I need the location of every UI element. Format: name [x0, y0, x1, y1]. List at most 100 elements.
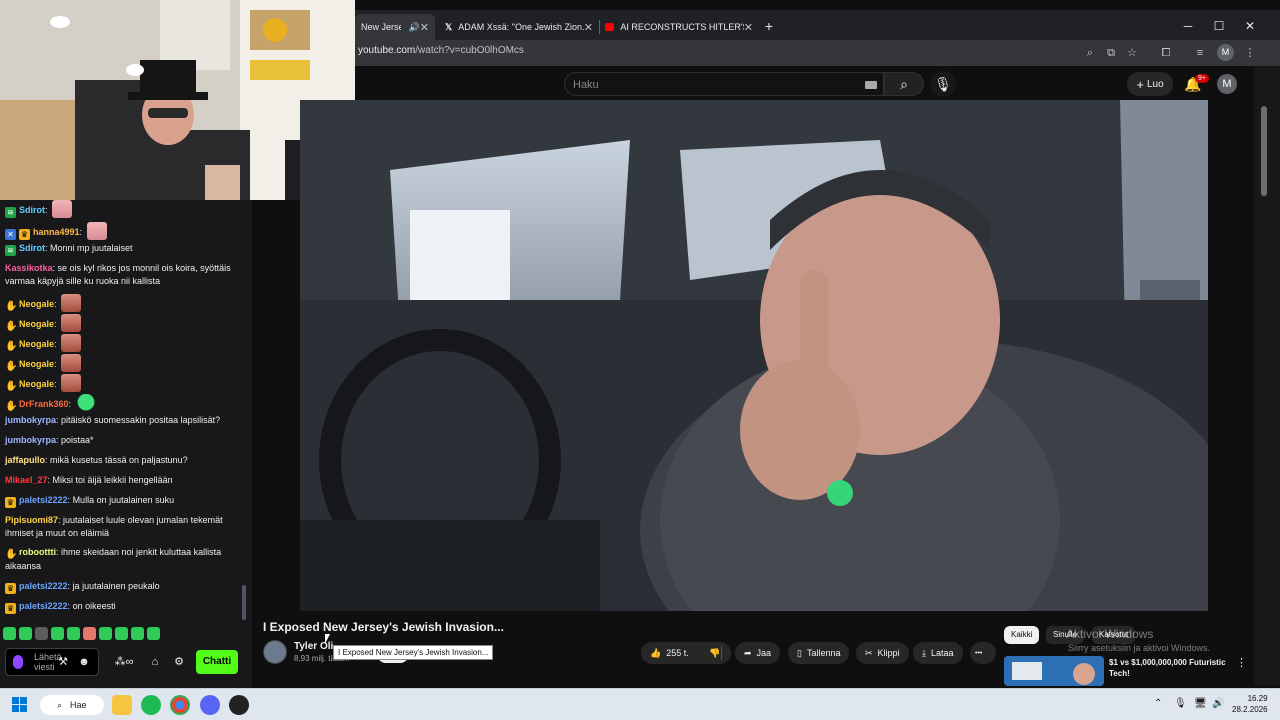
- close-tab-icon[interactable]: ✕: [420, 21, 429, 34]
- infinity-icon[interactable]: ⁂∞: [110, 654, 138, 670]
- recommended-menu-icon[interactable]: ⋮: [1236, 656, 1247, 669]
- emote-icon[interactable]: [67, 627, 80, 640]
- chat-username[interactable]: jumbokyrpa: [5, 435, 56, 445]
- chat-username[interactable]: Kassikotka: [5, 263, 53, 273]
- chat-username[interactable]: paletsi2222: [19, 581, 68, 591]
- hand-badge-icon[interactable]: ✋: [5, 301, 17, 312]
- sub-badge-icon[interactable]: ≋: [5, 245, 16, 256]
- crown-badge-icon[interactable]: ♛: [5, 603, 16, 614]
- taskbar-clock[interactable]: 16.29 28.2.2026: [1232, 693, 1268, 715]
- more-actions-button[interactable]: •••: [970, 642, 996, 664]
- address-bar[interactable]: youtube.com/watch?v=cubO0lhOMcs ⌕ ⧉ ☆ ⧠ …: [355, 40, 1280, 66]
- chat-username[interactable]: roboottti: [19, 547, 56, 557]
- chat-username[interactable]: Neogale: [19, 299, 54, 309]
- tab-youtube-hitler[interactable]: AI RECONSTRUCTS HITLER'S S… ✕: [599, 14, 759, 40]
- volume-icon[interactable]: 🔊: [1212, 698, 1224, 709]
- emote-icon[interactable]: [35, 627, 48, 640]
- minimize-button[interactable]: ─: [1173, 16, 1203, 36]
- windows-start-icon[interactable]: [12, 697, 28, 713]
- media-controls-icon[interactable]: ≡: [1191, 44, 1209, 62]
- channel-avatar[interactable]: [263, 640, 287, 664]
- chat-username[interactable]: hanna4991: [33, 227, 80, 237]
- hand-badge-icon[interactable]: ✋: [5, 321, 17, 332]
- chat-username[interactable]: Sdirot: [19, 205, 45, 215]
- emote-icon[interactable]: [19, 627, 32, 640]
- emote-icon[interactable]: [3, 627, 16, 640]
- chat-username[interactable]: jaffapullo: [5, 455, 45, 465]
- taskbar-search[interactable]: ⌕ Hae: [40, 695, 104, 715]
- chat-mic-icon[interactable]: [13, 655, 23, 669]
- video-player[interactable]: [300, 100, 1208, 611]
- chat-send-button[interactable]: Chatti: [196, 650, 238, 674]
- tab-youtube-active[interactable]: New Jersey 🔊 ✕: [355, 14, 435, 40]
- emote-icon[interactable]: [115, 627, 128, 640]
- emote-icon[interactable]: [61, 314, 82, 332]
- emote-icon[interactable]: [147, 627, 160, 640]
- emote-icon[interactable]: [61, 294, 82, 312]
- emoji-icon[interactable]: ☻: [76, 654, 92, 670]
- bookmark-star-icon[interactable]: ☆: [1123, 44, 1141, 62]
- chat-username[interactable]: paletsi2222: [19, 495, 68, 505]
- blue-badge-icon[interactable]: ✕: [5, 229, 16, 240]
- sub-badge-icon[interactable]: ≋: [5, 207, 16, 218]
- voice-search-button[interactable]: 🎙: [930, 71, 956, 97]
- maximize-button[interactable]: ☐: [1204, 16, 1234, 36]
- chat-username[interactable]: paletsi2222: [19, 601, 68, 611]
- tab-twitter[interactable]: 𝕏 ADAM Xssä: "One Jewish Zion… ✕: [439, 14, 599, 40]
- emote-icon[interactable]: [83, 627, 96, 640]
- chat-username[interactable]: DrFrank360: [19, 399, 69, 409]
- chat-username[interactable]: Neogale: [19, 319, 54, 329]
- create-button[interactable]: + Luo: [1127, 72, 1173, 96]
- crown-badge-icon[interactable]: ♛: [5, 583, 16, 594]
- share-button[interactable]: ➦ Jaa: [735, 642, 781, 664]
- hand-badge-icon[interactable]: ✋: [5, 341, 17, 352]
- timer-icon[interactable]: ⚒: [55, 654, 71, 670]
- close-tab-icon[interactable]: ✕: [584, 21, 593, 34]
- close-window-button[interactable]: ✕: [1235, 16, 1265, 36]
- emote-icon[interactable]: [131, 627, 144, 640]
- chat-username[interactable]: Pipisuomi87: [5, 515, 58, 525]
- store-icon[interactable]: ⌂: [147, 654, 163, 670]
- hand-badge-icon[interactable]: ✋: [5, 549, 17, 560]
- dislike-button[interactable]: 👎: [700, 642, 730, 664]
- browser-profile-avatar[interactable]: M: [1217, 44, 1234, 61]
- network-icon[interactable]: 🖥: [1194, 698, 1207, 709]
- chrome-icon[interactable]: [170, 695, 190, 715]
- emote-icon[interactable]: [75, 394, 96, 412]
- new-tab-button[interactable]: +: [759, 16, 779, 36]
- recommended-thumbnail[interactable]: [1004, 656, 1104, 686]
- url-text[interactable]: youtube.com/watch?v=cubO0lhOMcs: [358, 45, 524, 56]
- chat-username[interactable]: Mikael_27: [5, 475, 48, 485]
- browser-menu-icon[interactable]: ⋮: [1241, 44, 1259, 62]
- close-tab-icon[interactable]: ✕: [744, 21, 753, 34]
- tray-chevron-icon[interactable]: ⌃: [1154, 698, 1162, 709]
- search-button[interactable]: ⌕: [884, 72, 924, 96]
- clip-button[interactable]: ✂ Klippi: [856, 642, 909, 664]
- hand-badge-icon[interactable]: ✋: [5, 401, 17, 412]
- scrollbar-thumb[interactable]: [1261, 106, 1267, 196]
- cast-icon[interactable]: ⧉: [1102, 44, 1120, 62]
- emote-icon[interactable]: [99, 627, 112, 640]
- chat-username[interactable]: Neogale: [19, 339, 54, 349]
- chip-all[interactable]: Kaikki: [1004, 626, 1040, 644]
- download-button[interactable]: ⤓ Lataa: [913, 642, 963, 664]
- crown-badge-icon[interactable]: ♛: [5, 497, 16, 508]
- emote-icon[interactable]: [61, 354, 82, 372]
- like-count[interactable]: 255 t.: [666, 648, 689, 658]
- chat-settings-icon[interactable]: ⚙: [171, 654, 187, 670]
- account-avatar[interactable]: M: [1217, 74, 1237, 94]
- tray-mic-icon[interactable]: 🎙: [1174, 698, 1187, 709]
- extensions-icon[interactable]: ⧠: [1157, 44, 1175, 62]
- emote-icon[interactable]: [61, 334, 82, 352]
- chat-username[interactable]: Neogale: [19, 379, 54, 389]
- save-button[interactable]: ▯ Tallenna: [788, 642, 850, 664]
- page-scrollbar[interactable]: [1254, 66, 1280, 686]
- hand-badge-icon[interactable]: ✋: [5, 381, 17, 392]
- spotify-icon[interactable]: [141, 695, 161, 715]
- emote-icon[interactable]: [86, 222, 107, 240]
- zoom-icon[interactable]: ⌕: [1081, 44, 1099, 62]
- chat-username[interactable]: Neogale: [19, 359, 54, 369]
- chat-scrollbar[interactable]: [242, 585, 246, 620]
- chat-username[interactable]: jumbokyrpa: [5, 415, 56, 425]
- file-explorer-icon[interactable]: [112, 695, 132, 715]
